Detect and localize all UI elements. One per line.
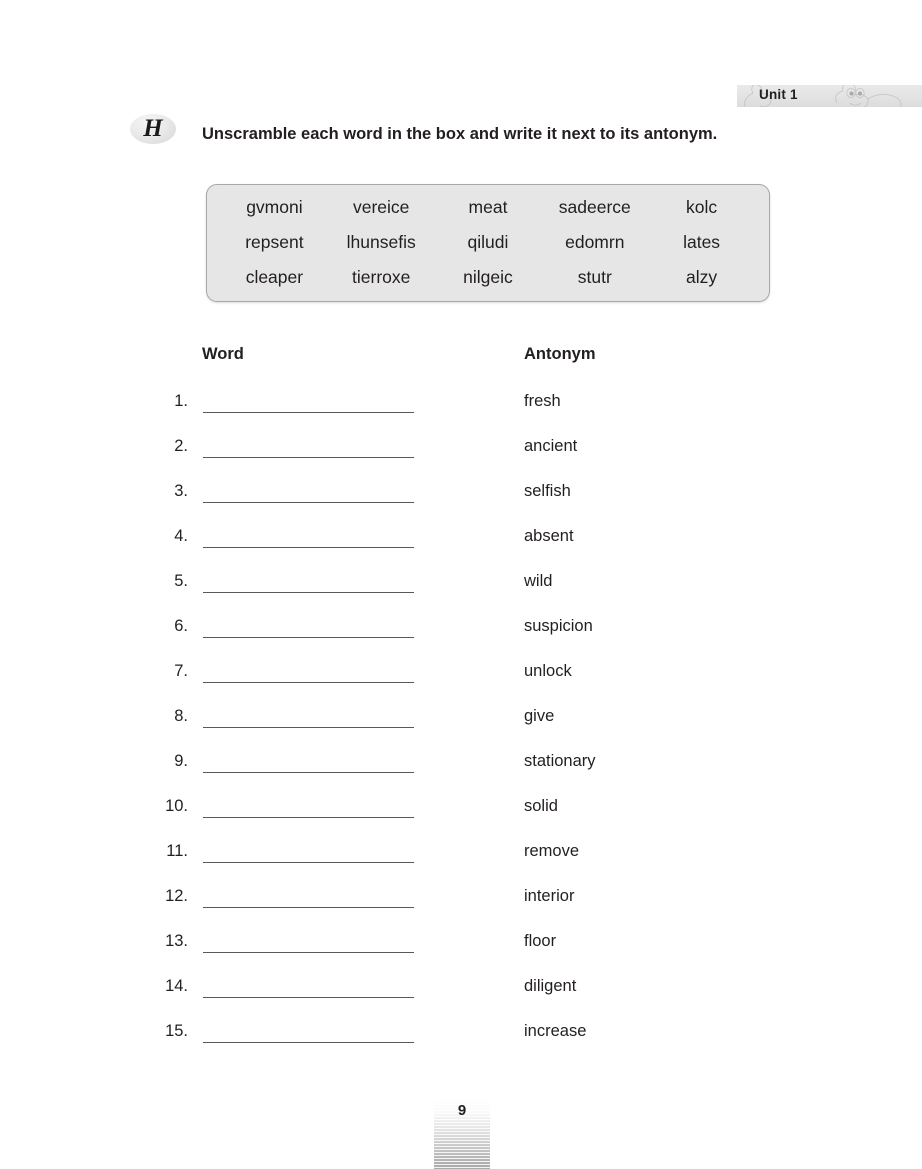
word-bank-item: vereice	[352, 196, 410, 217]
unit-banner: Unit 1	[737, 85, 922, 107]
answer-write-line[interactable]	[203, 907, 414, 908]
antonym-word: fresh	[524, 392, 561, 410]
answer-row: 2. ancient	[0, 437, 922, 482]
answer-row: 7. unlock	[0, 662, 922, 707]
page-footer: 9	[434, 1098, 490, 1169]
answer-row: 9. stationary	[0, 752, 922, 797]
word-bank-box: gvmoni vereice meat sadeerce kolc repsen…	[206, 184, 770, 302]
antonym-word: solid	[524, 797, 558, 815]
word-bank-item: stutr	[577, 266, 612, 287]
antonym-word: stationary	[524, 752, 596, 770]
answer-write-line[interactable]	[203, 772, 414, 773]
row-number: 8.	[174, 707, 188, 725]
row-number: 5.	[174, 572, 188, 590]
page-number: 9	[457, 1102, 467, 1119]
antonym-word: suspicion	[524, 617, 593, 635]
word-bank-item: sadeerce	[558, 196, 631, 217]
word-bank-item: alzy	[686, 266, 718, 287]
column-header-word: Word	[202, 345, 244, 363]
answer-write-line[interactable]	[203, 637, 414, 638]
answer-write-line[interactable]	[203, 862, 414, 863]
row-number: 9.	[174, 752, 188, 770]
antonym-word: floor	[524, 932, 557, 950]
answer-write-line[interactable]	[203, 457, 414, 458]
answer-row: 10. solid	[0, 797, 922, 842]
exercise-letter-badge: H	[130, 114, 176, 144]
word-bank-item: kolc	[686, 196, 718, 217]
answer-row: 5. wild	[0, 572, 922, 617]
antonym-word: diligent	[524, 977, 577, 995]
answer-row: 11. remove	[0, 842, 922, 887]
row-number: 3.	[174, 482, 188, 500]
antonym-word: ancient	[524, 437, 578, 455]
answer-row: 12. interior	[0, 887, 922, 932]
word-bank-item: repsent	[245, 231, 304, 252]
row-number: 13.	[165, 932, 188, 950]
exercise-instruction: Unscramble each word in the box and writ…	[202, 125, 718, 143]
row-number: 10.	[165, 797, 188, 815]
answer-write-line[interactable]	[203, 682, 414, 683]
word-bank-row: repsent lhunsefis qiludi edomrn lates	[221, 225, 755, 260]
answer-row: 14. diligent	[0, 977, 922, 1022]
word-bank-item: tierroxe	[352, 266, 411, 287]
antonym-word: give	[524, 707, 555, 725]
word-bank-row: cleaper tierroxe nilgeic stutr alzy	[221, 260, 755, 295]
word-bank-item: meat	[468, 196, 508, 217]
antonym-word: unlock	[524, 662, 572, 680]
answer-row: 13. floor	[0, 932, 922, 977]
row-number: 1.	[174, 392, 188, 410]
answer-write-line[interactable]	[203, 502, 414, 503]
word-bank-row: gvmoni vereice meat sadeerce kolc	[221, 190, 755, 225]
unit-label: Unit 1	[759, 87, 798, 102]
answer-row: 4. absent	[0, 527, 922, 572]
answer-write-line[interactable]	[203, 727, 414, 728]
row-number: 14.	[165, 977, 188, 995]
word-bank-item: cleaper	[245, 266, 304, 287]
exercise-letter: H	[143, 114, 163, 142]
row-number: 12.	[165, 887, 188, 905]
word-bank-item: lates	[683, 231, 721, 252]
answer-row: 1. fresh	[0, 392, 922, 437]
antonym-word: increase	[524, 1022, 587, 1040]
answer-write-line[interactable]	[203, 412, 414, 413]
antonym-word: remove	[524, 842, 580, 860]
answer-write-line[interactable]	[203, 547, 414, 548]
answer-write-line[interactable]	[203, 952, 414, 953]
word-bank-item: nilgeic	[463, 266, 513, 287]
word-bank-item: gvmoni	[246, 196, 303, 217]
answer-row: 6. suspicion	[0, 617, 922, 662]
row-number: 6.	[174, 617, 188, 635]
answer-write-line[interactable]	[203, 592, 414, 593]
row-number: 15.	[165, 1022, 188, 1040]
column-header-antonym: Antonym	[524, 345, 596, 363]
answer-rows-list: 1. fresh 2. ancient 3. selfish 4. absent…	[0, 392, 922, 1067]
antonym-word: wild	[524, 572, 553, 590]
answer-row: 8. give	[0, 707, 922, 752]
row-number: 11.	[166, 842, 188, 860]
answer-write-line[interactable]	[203, 817, 414, 818]
word-bank-item: lhunsefis	[346, 231, 416, 252]
antonym-word: interior	[524, 887, 575, 905]
answer-row: 3. selfish	[0, 482, 922, 527]
row-number: 7.	[174, 662, 188, 680]
word-bank-item: qiludi	[467, 231, 509, 252]
antonym-word: absent	[524, 527, 574, 545]
row-number: 4.	[174, 527, 188, 545]
answer-write-line[interactable]	[203, 997, 414, 998]
word-bank-item: edomrn	[565, 231, 625, 252]
row-number: 2.	[174, 437, 188, 455]
answer-row: 15. increase	[0, 1022, 922, 1067]
answer-write-line[interactable]	[203, 1042, 414, 1043]
antonym-word: selfish	[524, 482, 571, 500]
